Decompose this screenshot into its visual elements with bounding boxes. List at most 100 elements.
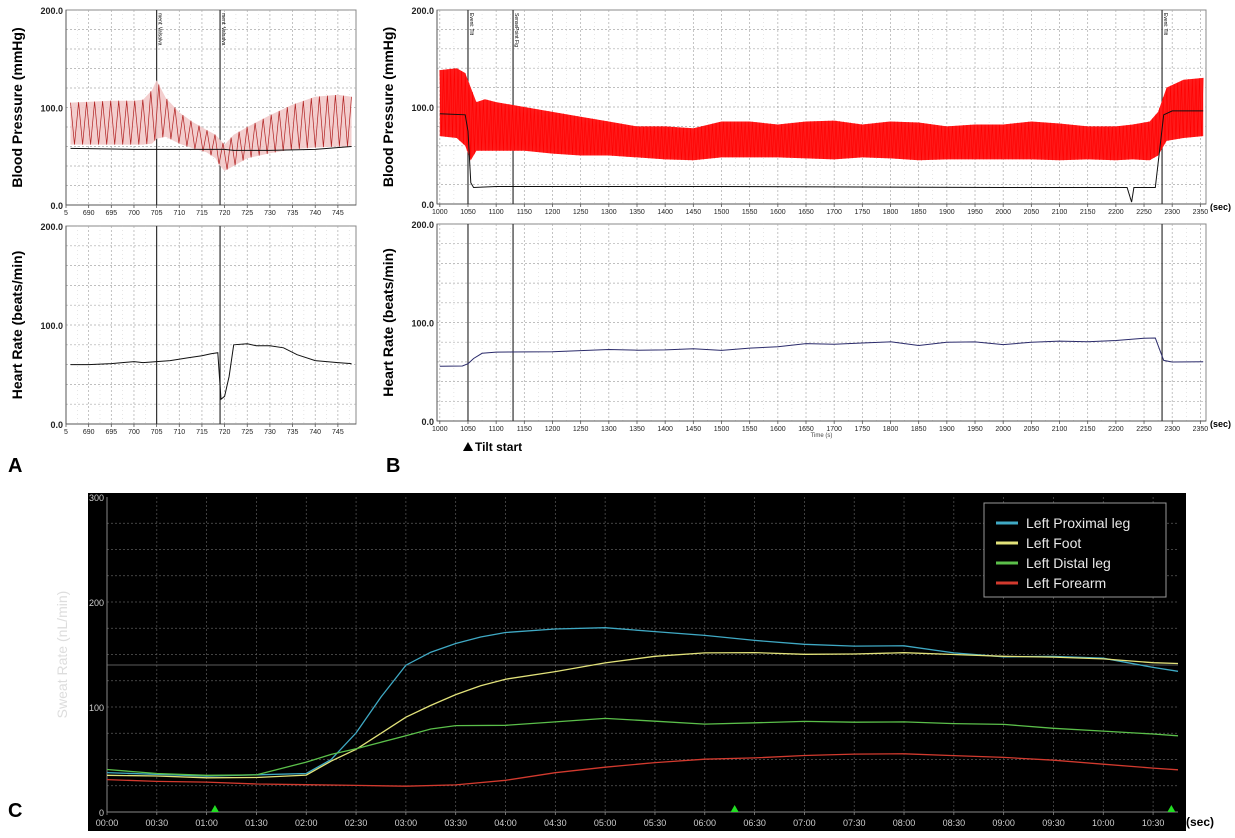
x-tick-label: 00:30 <box>146 818 169 828</box>
x-tick-label: 730 <box>264 429 276 436</box>
x-tick-label: 720 <box>219 429 231 436</box>
x-tick-label: 1800 <box>883 426 899 433</box>
chart-B-hr: 0.0100.0200.01000 1050 1100 1150 1200 1250 130… <box>380 220 1208 439</box>
x-tick-label: 02:30 <box>345 818 368 828</box>
x-tick-label: 2000 <box>995 426 1011 433</box>
y-tick-label: 200 <box>89 598 104 608</box>
y-axis-title: Sweat Rate (nL/min) <box>54 591 70 719</box>
x-tick-label: 1850 <box>911 426 927 433</box>
y-tick-label: 300 <box>89 493 104 503</box>
x-tick-label: 1200 <box>545 209 561 216</box>
x-tick-label: 1900 <box>939 209 955 216</box>
event-marker-label: Event: Tilt <box>1162 13 1168 36</box>
x-tick-label: 705 <box>151 210 163 217</box>
x-tick-label: 1400 <box>657 426 673 433</box>
x-tick-label: 1250 <box>573 209 589 216</box>
y-tick-label: 0 <box>99 808 104 818</box>
y-axis-title: Blood Pressure (mmHg) <box>9 27 25 187</box>
x-tick-label: 04:00 <box>494 818 517 828</box>
x-tick-label: 1300 <box>601 426 617 433</box>
x-tick-label: 2150 <box>1080 426 1096 433</box>
x-tick-label: 2150 <box>1080 209 1096 216</box>
x-tick-label: 740 <box>309 429 321 436</box>
x-tick-label: 2300 <box>1164 209 1180 216</box>
x-unit-label: (sec) <box>1186 815 1214 829</box>
x-tick-label: 01:00 <box>195 818 218 828</box>
x-tick-label: 700 <box>128 210 140 217</box>
event-marker-label: SensePoint Fig <box>513 13 519 47</box>
x-tick-label: 740 <box>309 210 321 217</box>
y-tick-label: 100 <box>89 703 104 713</box>
x-tick-label: 720 <box>219 210 231 217</box>
legend-label: Left Proximal leg <box>1026 515 1130 531</box>
x-tick-label: 1400 <box>657 209 673 216</box>
y-tick-label: 0.0 <box>50 420 63 430</box>
x-tick-label: 05:30 <box>644 818 667 828</box>
x-tick-label: 725 <box>241 429 253 436</box>
x-tick-label: 10:30 <box>1142 818 1165 828</box>
x-axis-title: Time (s) <box>811 433 833 439</box>
x-tick-label: 715 <box>196 429 208 436</box>
x-tick-label: 1150 <box>517 426 532 433</box>
x-tick-label: 1250 <box>573 426 589 433</box>
x-tick-label: 1350 <box>629 209 645 216</box>
x-tick-label: 1350 <box>629 426 645 433</box>
x-tick-label: 1000 <box>432 426 448 433</box>
x-tick-label: 1600 <box>770 426 786 433</box>
x-tick-label: 03:30 <box>444 818 467 828</box>
x-tick-label: 08:30 <box>943 818 966 828</box>
x-tick-label: 2200 <box>1108 209 1124 216</box>
x-tick-label: 715 <box>196 210 208 217</box>
y-tick-label: 200.0 <box>411 220 434 230</box>
x-tick-label: 1300 <box>601 209 617 216</box>
x-tick-label: 02:00 <box>295 818 318 828</box>
x-tick-label: 690 <box>83 210 95 217</box>
x-tick-label: 5 <box>64 210 68 217</box>
x-tick-label: 745 <box>332 210 344 217</box>
tilt-start-annotation: Tilt start <box>475 440 522 454</box>
y-tick-label: 200.0 <box>411 6 434 16</box>
y-axis-title: Blood Pressure (mmHg) <box>380 27 396 187</box>
x-tick-label: 1500 <box>714 209 730 216</box>
x-tick-label: 710 <box>173 210 185 217</box>
x-tick-label: 1550 <box>742 426 758 433</box>
x-tick-label: 2100 <box>1052 209 1068 216</box>
x-tick-label: 695 <box>105 210 117 217</box>
x-tick-label: 2300 <box>1164 426 1180 433</box>
x-tick-label: 00:00 <box>96 818 119 828</box>
x-tick-label: 1450 <box>686 426 702 433</box>
x-tick-label: 1450 <box>686 209 702 216</box>
x-tick-label: 1550 <box>742 209 758 216</box>
x-tick-label: 04:30 <box>544 818 567 828</box>
x-tick-label: 07:30 <box>843 818 866 828</box>
y-tick-label: 100.0 <box>411 103 434 113</box>
y-tick-label: 100.0 <box>40 104 63 114</box>
x-tick-label: 1800 <box>883 209 899 216</box>
panel-label-b: B <box>386 455 401 477</box>
x-tick-label: 700 <box>128 429 140 436</box>
x-tick-label: 1500 <box>714 426 730 433</box>
x-tick-label: 735 <box>287 429 299 436</box>
x-tick-label: 08:00 <box>893 818 916 828</box>
x-unit-label: (sec) <box>1210 419 1231 429</box>
x-tick-label: 2250 <box>1136 209 1152 216</box>
x-tick-label: 2350 <box>1193 426 1209 433</box>
x-tick-label: 1650 <box>798 426 814 433</box>
x-tick-label: 1950 <box>967 209 983 216</box>
x-tick-label: 1850 <box>911 209 927 216</box>
x-tick-label: 1900 <box>939 426 955 433</box>
y-tick-label: 100.0 <box>411 319 434 329</box>
x-unit-label: (sec) <box>1210 202 1231 212</box>
x-tick-label: 1050 <box>460 209 476 216</box>
x-tick-label: 2250 <box>1136 426 1152 433</box>
x-tick-label: 695 <box>105 429 117 436</box>
event-marker-label: Event: Tilt <box>468 13 474 36</box>
x-tick-label: 1700 <box>826 426 842 433</box>
x-tick-label: 745 <box>332 429 344 436</box>
y-tick-label: 200.0 <box>40 6 63 16</box>
x-tick-label: 730 <box>264 210 276 217</box>
legend-label: Left Forearm <box>1026 575 1106 591</box>
x-tick-label: 2050 <box>1024 426 1040 433</box>
x-tick-label: 1200 <box>545 426 561 433</box>
x-tick-label: 1650 <box>798 209 814 216</box>
